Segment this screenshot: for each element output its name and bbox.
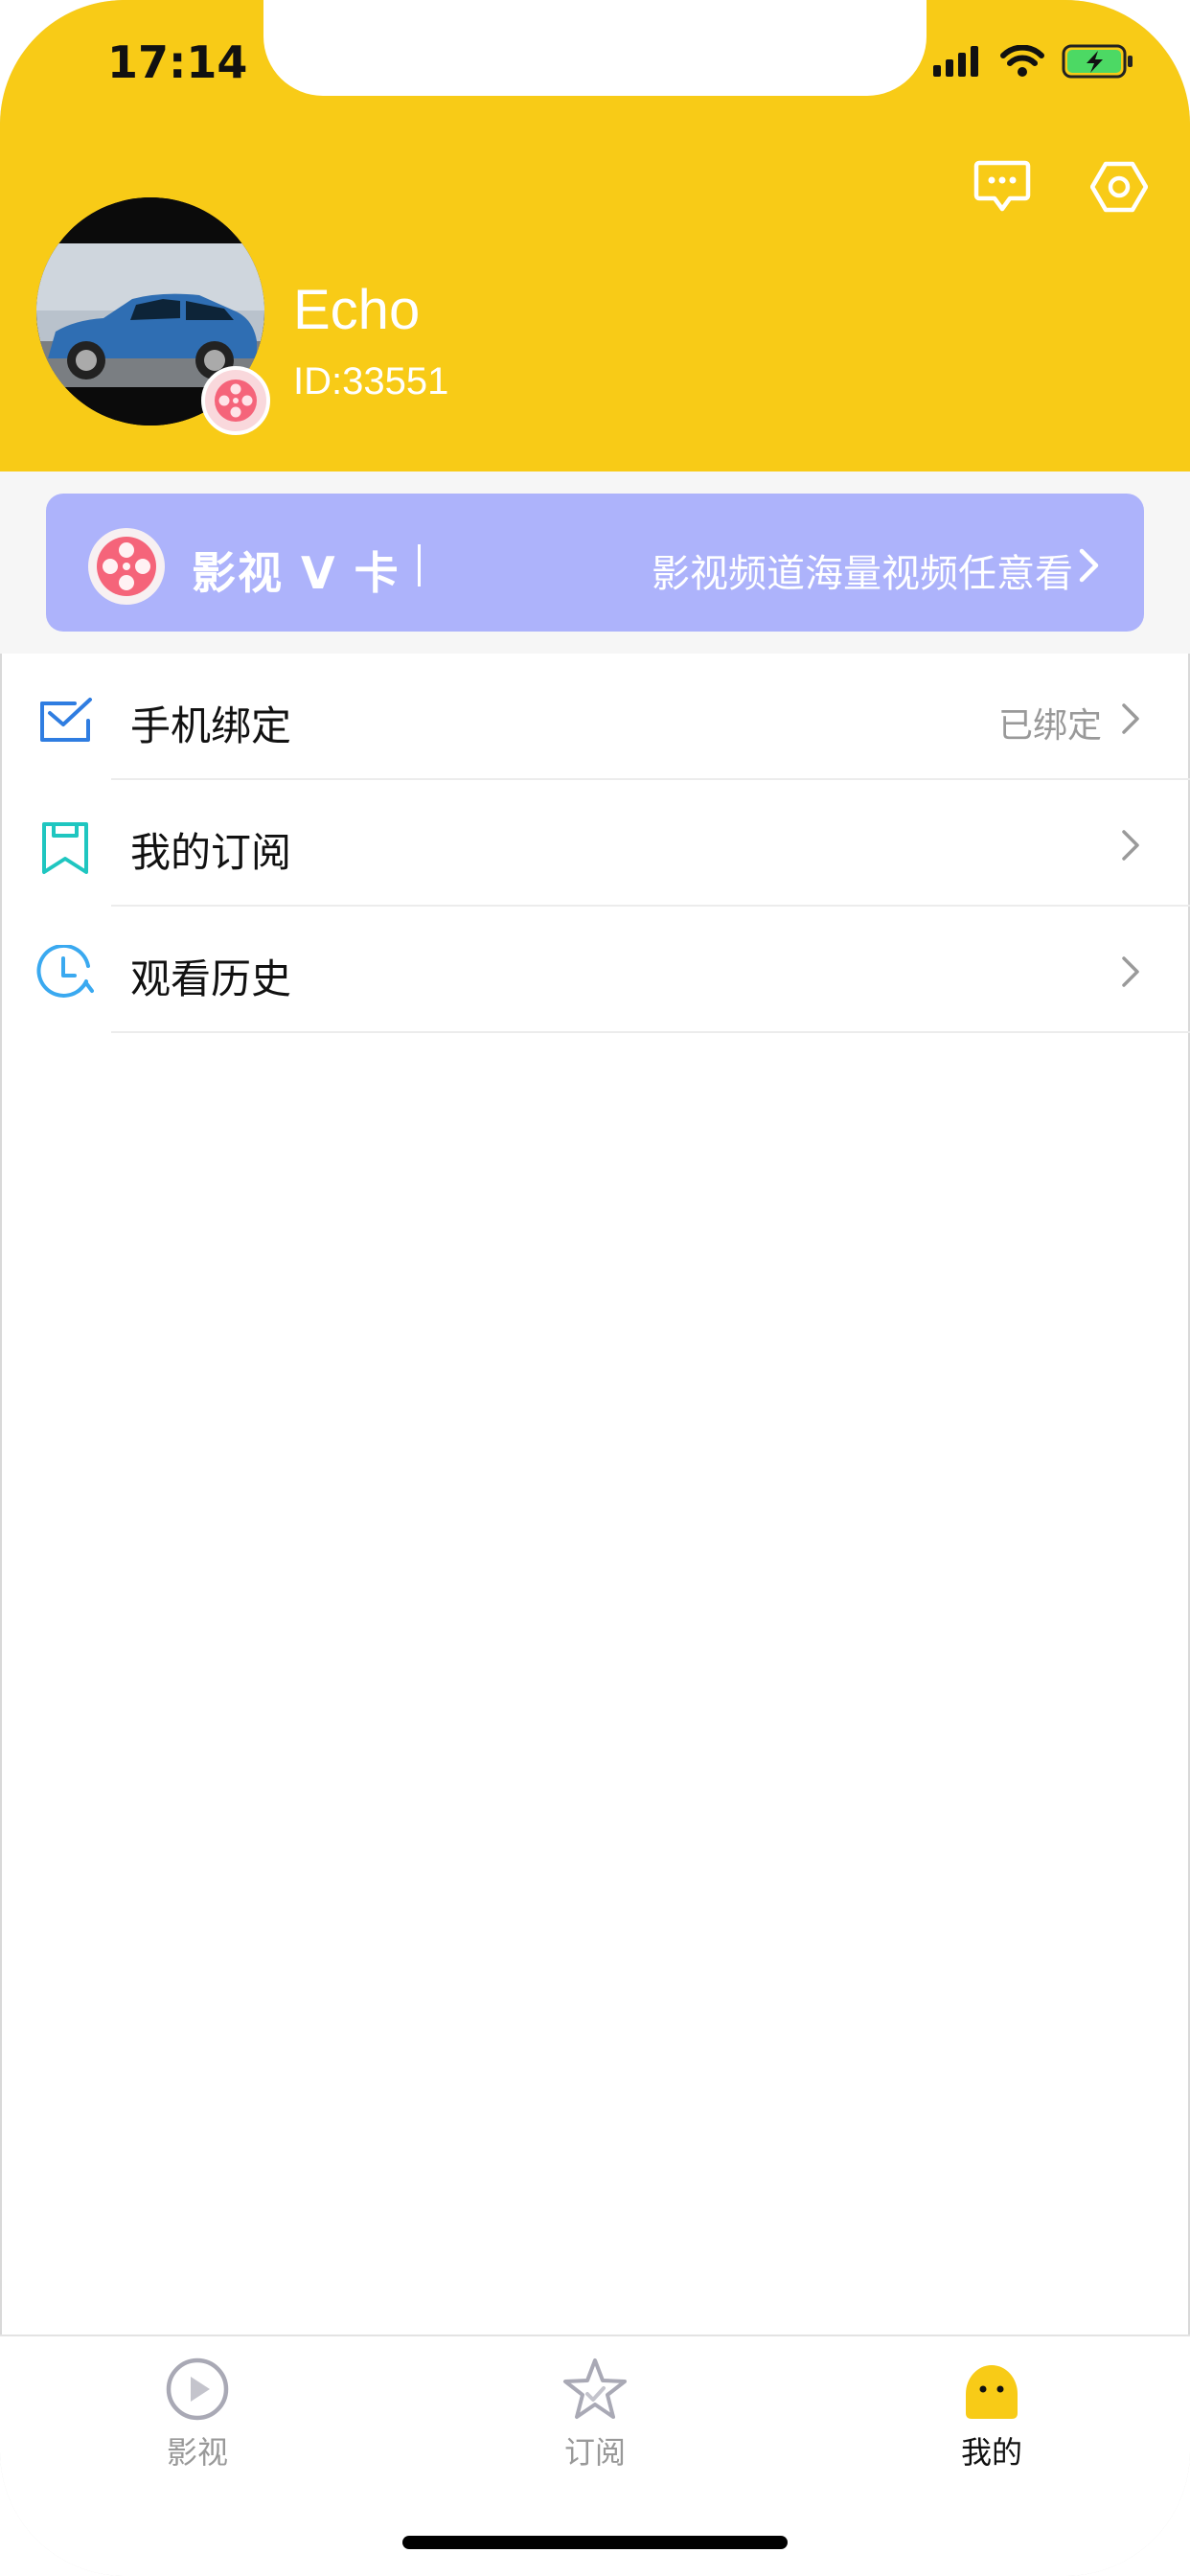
vip-card-title: 影视 V 卡 [192,547,400,599]
cellular-signal-icon [933,46,978,77]
user-name: Echo [293,279,421,341]
film-reel-icon [215,380,257,422]
tab-subscriptions[interactable]: 订阅 [509,2356,681,2480]
phone-bind-icon [40,698,92,742]
menu-item-label: 我的订阅 [130,829,292,876]
messages-button[interactable] [969,153,1036,220]
bookmark-icon [42,822,88,874]
vip-divider [418,544,421,586]
menu-item-watch-history[interactable]: 观看历史 [0,907,1190,1033]
device-notch [263,0,927,96]
clock-history-icon [36,945,94,998]
status-icons [933,42,1134,80]
chevron-right-icon [1122,703,1139,734]
play-circle-icon [166,2358,229,2421]
message-bubble-icon [973,160,1031,212]
settings-button[interactable] [1086,153,1153,220]
menu-item-label: 观看历史 [130,955,292,1002]
battery-charging-icon [1062,44,1133,79]
home-indicator [402,2536,788,2549]
tab-videos[interactable]: 影视 [111,2356,284,2480]
vip-card-description: 影视频道海量视频任意看 [652,552,1073,596]
tab-label: 订阅 [563,2434,626,2471]
profile-face-icon [966,2365,1018,2419]
bind-status: 已绑定 [997,706,1102,746]
tab-mine[interactable]: 我的 [905,2356,1078,2480]
avatar-badge [201,366,270,435]
tab-label: 我的 [960,2434,1022,2471]
row-divider [111,1031,1190,1033]
menu-item-subscriptions[interactable]: 我的订阅 [0,780,1190,907]
star-icon [563,2358,627,2419]
chevron-right-icon [1079,548,1099,583]
vip-logo [88,528,165,605]
chevron-right-icon [1122,956,1139,987]
menu-item-phone-bind[interactable]: 手机绑定 已绑定 [0,654,1190,780]
phone-screen: 17:14 Echo ID:33551 影视 V 卡 影视频道海量视频任意看 手… [0,0,1190,2576]
status-time: 17:14 [107,36,248,88]
wifi-icon [1000,45,1044,77]
menu-item-label: 手机绑定 [130,702,292,749]
settings-hexagon-icon [1090,161,1148,213]
film-reel-icon [97,537,156,596]
user-id: ID:33551 [293,360,449,402]
tab-label: 影视 [166,2434,228,2471]
chevron-right-icon [1122,830,1139,861]
